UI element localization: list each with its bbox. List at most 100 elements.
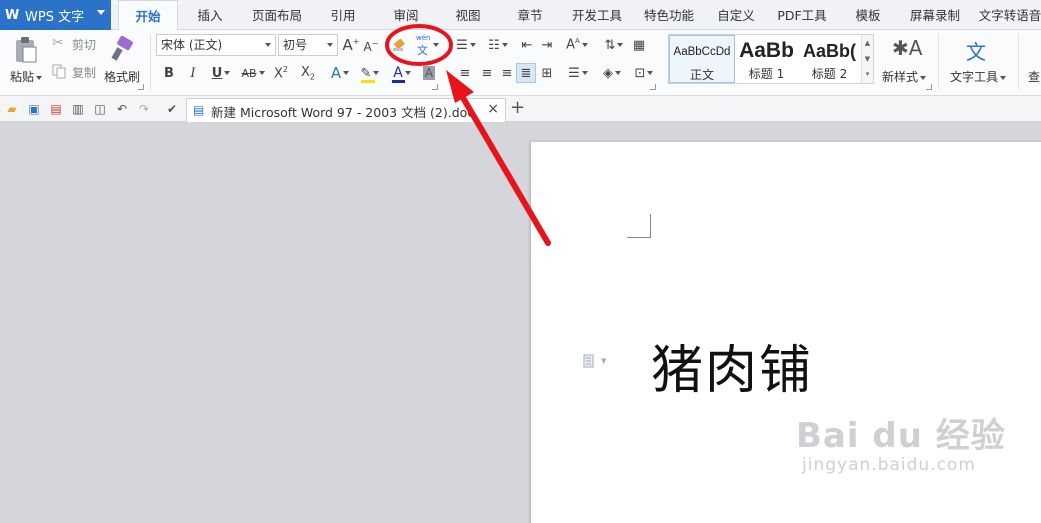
highlight-button[interactable]: ✎ — [356, 63, 384, 83]
new-style-button[interactable]: ✱A 新样式 — [880, 34, 932, 90]
open-folder-icon[interactable]: ▰ — [4, 101, 20, 117]
style-preview: AaBb — [739, 39, 794, 62]
distribute-button[interactable]: ⊞ — [538, 63, 556, 83]
tab-text-to-speech[interactable]: 文字转语音 — [978, 0, 1041, 30]
text-tools-button[interactable]: 文 文字工具 — [946, 34, 1010, 90]
justify-icon: ≣ — [520, 65, 532, 81]
app-menu-button[interactable]: W WPS 文字 — [0, 0, 111, 30]
superscript-icon: X2 — [274, 64, 288, 82]
style-normal[interactable]: AaBbCcDd 正文 — [669, 35, 735, 83]
chevron-down-icon — [501, 43, 508, 47]
style-heading-2[interactable]: AaBb( 标题 2 — [798, 35, 861, 83]
tab-review[interactable]: 审阅 — [382, 0, 430, 30]
tab-insert[interactable]: 插入 — [186, 0, 234, 30]
chevron-down-icon — [327, 43, 333, 47]
print-icon[interactable]: ▥ — [70, 101, 86, 117]
line-spacing-button[interactable]: ☰ — [564, 63, 592, 83]
tab-pdf-tools[interactable]: PDF工具 — [772, 0, 832, 30]
font-name-value: 宋体 (正文) — [161, 38, 223, 52]
font-size-select[interactable]: 初号 — [278, 34, 338, 56]
underline-button[interactable]: U — [206, 63, 236, 83]
shading-button[interactable]: ◈ — [598, 63, 626, 83]
table-button[interactable]: ▦ — [630, 36, 648, 54]
tab-references[interactable]: 引用 — [320, 0, 366, 30]
bullets-button[interactable]: ☰ — [452, 36, 480, 54]
new-tab-button[interactable]: + — [510, 97, 525, 118]
document-body-text[interactable]: 猪肉铺 — [651, 328, 813, 403]
paint-bucket-icon: ◈ — [603, 65, 613, 81]
paste-button[interactable]: 粘贴 — [8, 34, 46, 90]
decrease-indent-button[interactable]: ⇤ — [518, 36, 536, 54]
phonetic-pinyin: wén — [416, 34, 431, 42]
tab-templates[interactable]: 模板 — [848, 0, 888, 30]
numbering-button[interactable]: ☷ — [484, 36, 512, 54]
borders-button[interactable]: ⊡ — [630, 63, 658, 83]
tab-customize[interactable]: 自定义 — [710, 0, 762, 30]
export-pdf-icon[interactable]: ▤ — [48, 101, 64, 117]
redo-icon[interactable]: ↷ — [136, 101, 152, 117]
paragraph-dialog-launcher[interactable] — [650, 84, 656, 90]
grow-font-button[interactable]: A+ — [342, 35, 360, 55]
styles-scrollbar[interactable]: ▲ ▼ ▾ — [861, 35, 873, 83]
strikethrough-icon: AB — [241, 66, 257, 80]
style-label: 正文 — [689, 68, 714, 82]
tab-developer[interactable]: 开发工具 — [566, 0, 628, 30]
font-name-select[interactable]: 宋体 (正文) — [156, 34, 276, 56]
quick-access-toolbar: ▰ ▣ ▤ ▥ ◫ ↶ ↷ ✔ ▤ 新建 Microsoft Word 97 -… — [0, 96, 1041, 122]
sort-icon: ⇅ — [604, 37, 616, 53]
font-color-button[interactable]: A — [388, 63, 416, 83]
cut-button[interactable]: ✂ 剪切 — [52, 35, 100, 53]
clear-format-button[interactable] — [390, 35, 410, 55]
chevron-down-icon[interactable]: ▼ — [601, 357, 606, 365]
new-style-label: 新样式 — [882, 70, 919, 84]
superscript-button[interactable]: X2 — [272, 63, 290, 83]
find-button[interactable]: 查 — [1026, 34, 1041, 90]
justify-button[interactable]: ≣ — [516, 63, 536, 83]
undo-icon[interactable]: ↶ — [114, 101, 130, 117]
strikethrough-button[interactable]: AB — [238, 63, 268, 83]
clipboard-dialog-launcher[interactable] — [138, 84, 144, 90]
style-heading-1[interactable]: AaBb 标题 1 — [735, 35, 798, 83]
format-painter-button[interactable]: 格式刷 — [104, 34, 142, 90]
save-icon[interactable]: ▣ — [26, 101, 42, 117]
text-effect-button[interactable]: A — [326, 63, 354, 83]
styles-dialog-launcher[interactable] — [926, 84, 932, 90]
tab-view[interactable]: 视图 — [444, 0, 492, 30]
chevron-down-icon — [617, 43, 624, 47]
tab-page-layout[interactable]: 页面布局 — [244, 0, 310, 30]
style-preview: AaBb( — [803, 41, 856, 61]
bullet-list-icon: ☰ — [456, 37, 468, 53]
char-shading-button[interactable]: A — [420, 63, 438, 83]
document-tab[interactable]: ▤ 新建 Microsoft Word 97 - 2003 文档 (2).doc… — [186, 98, 506, 122]
font-dialog-launcher[interactable] — [432, 84, 438, 90]
shrink-font-button[interactable]: A− — [362, 36, 380, 56]
format-painter-label: 格式刷 — [104, 70, 141, 84]
paragraph-layout-icon[interactable] — [583, 354, 597, 368]
tab-home[interactable]: 开始 — [118, 0, 178, 31]
print-preview-icon[interactable]: ◫ — [92, 101, 108, 117]
change-case-button[interactable]: AA — [562, 36, 592, 54]
customize-toolbar-icon[interactable]: ✔ — [164, 101, 180, 117]
watermark-brand: Bai du 经验 — [796, 416, 1006, 456]
italic-button[interactable]: I — [184, 63, 202, 83]
styles-gallery: AaBbCcDd 正文 AaBb 标题 1 AaBb( 标题 2 ▲ ▼ ▾ — [668, 34, 874, 84]
align-left-icon: ≡ — [459, 65, 471, 81]
align-left-button[interactable]: ≡ — [456, 63, 474, 83]
align-center-button[interactable]: ≡ — [478, 63, 496, 83]
tab-special-features[interactable]: 特色功能 — [638, 0, 700, 30]
tab-sections[interactable]: 章节 — [506, 0, 554, 30]
chevron-down-icon — [224, 71, 231, 75]
sort-button[interactable]: ⇅ — [600, 36, 628, 54]
subscript-button[interactable]: X2 — [298, 63, 318, 83]
document-icon: ▤ — [193, 103, 205, 117]
tab-screen-record[interactable]: 屏幕录制 — [904, 0, 966, 30]
align-right-button[interactable]: ≡ — [498, 63, 516, 83]
text-tools-label: 文字工具 — [950, 70, 999, 84]
chevron-down-icon — [265, 43, 271, 47]
copy-button[interactable]: 复制 — [52, 63, 100, 81]
increase-indent-button[interactable]: ⇥ — [538, 36, 556, 54]
close-icon[interactable]: × — [487, 101, 499, 117]
bold-button[interactable]: B — [160, 63, 178, 83]
phonetic-guide-button[interactable]: wén 文 — [412, 33, 442, 57]
watermark-url: jingyan.baidu.com — [802, 455, 976, 475]
